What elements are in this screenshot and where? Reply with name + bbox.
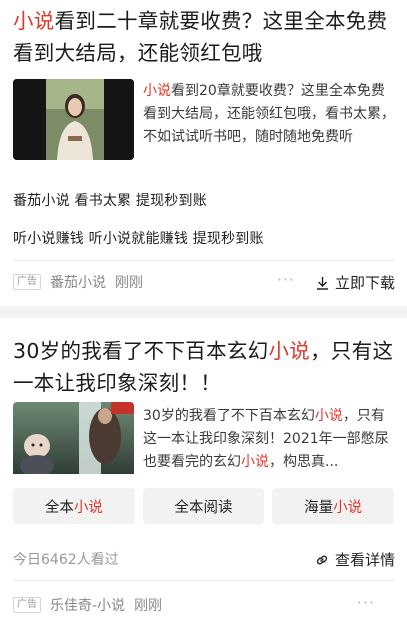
link-icon — [316, 555, 328, 564]
card-footer: 广告 番茄小说 刚刚 ··· 立即下载 — [13, 272, 395, 292]
timestamp: 刚刚 — [134, 598, 163, 614]
video-thumbnail-image — [13, 79, 134, 160]
card-description: 小说看到20章就要收费？这里全本免费看到大结局，还能领红包哦，看书太累，不如试试… — [143, 80, 395, 149]
download-icon — [316, 276, 328, 290]
massive-novels-button[interactable]: 海量 小说 — [272, 488, 395, 524]
title-highlight: 小说 — [13, 9, 55, 33]
book-cover-image — [13, 402, 134, 477]
desc-text: 看到20章就要收费？这里全本免费看到大结局，还能领红包哦，看书太累，不如试试听书… — [143, 83, 395, 145]
full-novel-button[interactable]: 全本 小说 — [13, 488, 135, 524]
divider — [13, 260, 395, 261]
title-highlight: 小说 — [268, 339, 311, 363]
desc-text-3: ，构思真... — [269, 454, 339, 470]
desc-highlight-2: 小说 — [241, 454, 269, 470]
title-text: 30岁的我看了不下百本玄幻 — [13, 339, 269, 363]
video-thumbnail[interactable] — [13, 79, 134, 160]
tagline-2: 听小说赚钱 听小说就能赚钱 提现秒到账 — [13, 231, 264, 247]
full-read-button[interactable]: 全本阅读 — [142, 488, 265, 524]
desc-highlight-1: 小说 — [314, 408, 343, 424]
desc-text-1: 30岁的我看了不下百本玄幻 — [143, 408, 315, 424]
button-label: 全本 — [44, 499, 74, 516]
more-icon[interactable]: ··· — [277, 272, 295, 288]
card-title[interactable]: 小说看到二十章就要收费？这里全本免费看到大结局，还能领红包哦 — [13, 5, 395, 69]
view-details-button[interactable]: 查看详情 — [315, 549, 395, 570]
tagline-1: 番茄小说 看书太累 提现秒到账 — [13, 193, 207, 209]
ad-source[interactable]: 番茄小说 — [50, 272, 106, 292]
ad-badge: 广告 — [13, 597, 41, 613]
button-label-highlight: 小说 — [333, 499, 363, 516]
view-count: 今日6462人看过 — [13, 552, 119, 568]
ad-card-fanqie[interactable]: 小说看到二十章就要收费？这里全本免费看到大结局，还能领红包哦 小说看到20章就要… — [0, 0, 407, 306]
card-footer: 广告 乐佳奇-小说 刚刚 ··· — [13, 595, 395, 615]
divider — [13, 580, 395, 581]
ad-badge: 广告 — [13, 274, 41, 290]
feed-divider — [0, 306, 407, 318]
ad-source[interactable]: 乐佳奇-小说 — [50, 595, 125, 615]
button-label-highlight: 小说 — [73, 499, 103, 516]
button-label: 海量 — [304, 499, 334, 516]
card-description: 30岁的我看了不下百本玄幻小说，只有这一本让我印象深刻！2021年一部憋尿也要看… — [143, 405, 395, 474]
more-icon[interactable]: ··· — [357, 595, 375, 611]
views-row: 今日6462人看过 查看详情 — [13, 549, 395, 569]
details-label: 查看详情 — [334, 551, 395, 569]
button-label: 全本阅读 — [174, 499, 233, 516]
action-buttons: 全本 小说 全本阅读 海量 小说 — [13, 488, 395, 524]
title-text: 看到二十章就要收费？这里全本免费看到大结局，还能领红包哦 — [13, 9, 388, 65]
ad-card-lejiaqi[interactable]: 30岁的我看了不下百本玄幻小说，只有这一本让我印象深刻！！ 30岁的我看了不下百… — [0, 318, 407, 624]
card-title[interactable]: 30岁的我看了不下百本玄幻小说，只有这一本让我印象深刻！！ — [13, 335, 395, 399]
timestamp: 刚刚 — [115, 275, 143, 291]
book-cover-thumbnail[interactable] — [13, 402, 134, 483]
desc-highlight: 小说 — [143, 83, 171, 99]
download-button[interactable]: 立即下载 — [316, 272, 395, 293]
download-label: 立即下载 — [334, 274, 395, 292]
